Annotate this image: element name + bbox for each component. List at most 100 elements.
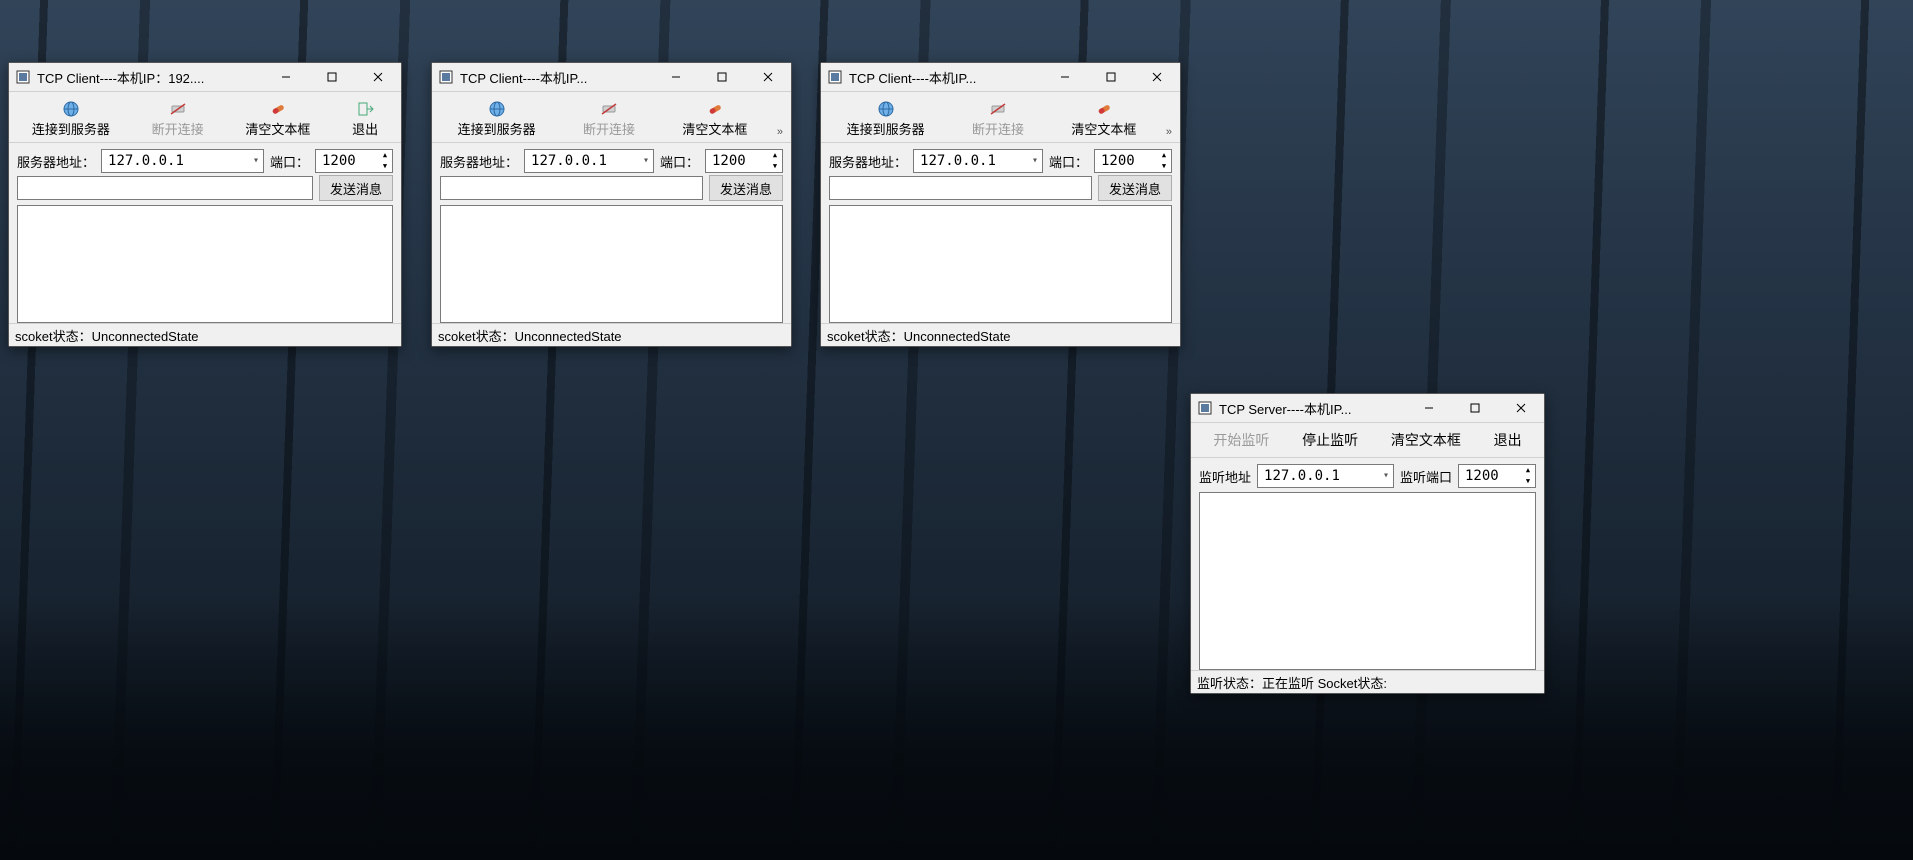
disconnect-icon	[989, 100, 1007, 118]
connect-button[interactable]: 连接到服务器	[434, 96, 559, 142]
send-button[interactable]: 发送消息	[709, 175, 783, 201]
server-address-input[interactable]: 127.0.0.1 ▾	[913, 149, 1043, 173]
background-silhouette	[0, 600, 1913, 860]
port-label: 端口：	[270, 152, 309, 171]
status-bar: 监听状态：正在监听 Socket状态:	[1191, 670, 1544, 693]
globe-icon	[62, 100, 80, 118]
tcp-server-window[interactable]: TCP Server----本机IP... 开始监听 停止监听 清空文本框 退出…	[1190, 393, 1545, 694]
listen-port-input[interactable]: 1200 ▲▼	[1458, 464, 1536, 488]
status-text: 监听状态：正在监听 Socket状态:	[1197, 673, 1387, 692]
close-button[interactable]	[355, 63, 401, 91]
disconnect-button[interactable]: 断开连接	[559, 96, 658, 142]
tcp-client-window[interactable]: TCP Client----本机IP... 连接到服务器 断开连接	[431, 62, 792, 347]
spin-arrows[interactable]: ▲▼	[1158, 150, 1170, 172]
status-text: scoket状态：UnconnectedState	[15, 326, 199, 345]
exit-label: 退出	[352, 119, 378, 138]
clear-button[interactable]: 清空文本框	[1048, 96, 1160, 142]
maximize-button[interactable]	[1088, 63, 1134, 91]
window-title: TCP Client----本机IP：192....	[37, 68, 204, 87]
server-address-input[interactable]: 127.0.0.1 ▾	[101, 149, 264, 173]
port-label: 端口：	[1049, 152, 1088, 171]
send-button[interactable]: 发送消息	[319, 175, 393, 201]
log-textarea[interactable]	[829, 205, 1172, 323]
toolbar-overflow-button[interactable]: »	[1160, 126, 1178, 142]
toolbar: 连接到服务器 断开连接 清空文本框 退出	[9, 91, 401, 143]
start-listen-button[interactable]: 开始监听	[1197, 425, 1286, 455]
maximize-button[interactable]	[699, 63, 745, 91]
titlebar[interactable]: TCP Client----本机IP...	[821, 63, 1180, 91]
exit-label: 退出	[1494, 430, 1522, 450]
port-value: 1200	[322, 153, 356, 169]
clear-label: 清空文本框	[1391, 430, 1461, 450]
maximize-button[interactable]	[309, 63, 355, 91]
globe-icon	[877, 100, 895, 118]
connect-button[interactable]: 连接到服务器	[823, 96, 948, 142]
spin-arrows[interactable]: ▲▼	[769, 150, 781, 172]
listen-address-value: 127.0.0.1	[1264, 468, 1340, 484]
port-input[interactable]: 1200 ▲▼	[1094, 149, 1172, 173]
minimize-button[interactable]	[653, 63, 699, 91]
disconnect-button[interactable]: 断开连接	[948, 96, 1047, 142]
status-bar: scoket状态：UnconnectedState	[432, 323, 791, 346]
server-address-value: 127.0.0.1	[108, 153, 184, 169]
app-icon	[15, 69, 31, 85]
message-row: 发送消息	[821, 175, 1180, 205]
titlebar[interactable]: TCP Client----本机IP：192....	[9, 63, 401, 91]
minimize-button[interactable]	[1042, 63, 1088, 91]
listen-address-input[interactable]: 127.0.0.1 ▾	[1257, 464, 1394, 488]
close-button[interactable]	[1498, 394, 1544, 422]
log-textarea[interactable]	[1199, 492, 1536, 670]
tcp-client-window[interactable]: TCP Client----本机IP... 连接到服务器 断开连接	[820, 62, 1181, 347]
server-address-label: 服务器地址：	[829, 152, 907, 171]
app-icon	[438, 69, 454, 85]
server-row: 服务器地址： 127.0.0.1 ▾ 端口： 1200 ▲▼	[432, 143, 791, 175]
pill-icon	[1095, 100, 1113, 118]
listen-port-label: 监听端口	[1400, 467, 1452, 486]
pill-icon	[269, 100, 287, 118]
clear-button[interactable]: 清空文本框	[225, 96, 332, 142]
message-input[interactable]	[829, 176, 1092, 200]
clear-button[interactable]: 清空文本框	[659, 96, 771, 142]
status-bar: scoket状态：UnconnectedState	[821, 323, 1180, 346]
toolbar-overflow-button[interactable]: »	[771, 126, 789, 142]
minimize-button[interactable]	[263, 63, 309, 91]
stop-listen-button[interactable]: 停止监听	[1286, 425, 1375, 455]
message-input[interactable]	[17, 176, 313, 200]
message-input[interactable]	[440, 176, 703, 200]
clear-label: 清空文本框	[1071, 119, 1136, 138]
disconnect-button[interactable]: 断开连接	[131, 96, 225, 142]
send-label: 发送消息	[1109, 179, 1161, 198]
titlebar[interactable]: TCP Client----本机IP...	[432, 63, 791, 91]
toolbar: 连接到服务器 断开连接 清空文本框 »	[432, 91, 791, 143]
port-input[interactable]: 1200 ▲▼	[315, 149, 393, 173]
disconnect-icon	[600, 100, 618, 118]
exit-button[interactable]: 退出	[331, 96, 399, 142]
minimize-button[interactable]	[1406, 394, 1452, 422]
close-button[interactable]	[1134, 63, 1180, 91]
maximize-button[interactable]	[1452, 394, 1498, 422]
server-address-value: 127.0.0.1	[531, 153, 607, 169]
spin-arrows[interactable]: ▲▼	[379, 150, 391, 172]
log-textarea[interactable]	[440, 205, 783, 323]
clear-button[interactable]: 清空文本框	[1375, 425, 1478, 455]
toolbar: 连接到服务器 断开连接 清空文本框 »	[821, 91, 1180, 143]
exit-icon	[356, 100, 374, 118]
log-textarea[interactable]	[17, 205, 393, 323]
app-icon	[827, 69, 843, 85]
port-value: 1200	[712, 153, 746, 169]
connect-button[interactable]: 连接到服务器	[11, 96, 131, 142]
close-button[interactable]	[745, 63, 791, 91]
disconnect-icon	[169, 100, 187, 118]
clear-label: 清空文本框	[682, 119, 747, 138]
port-input[interactable]: 1200 ▲▼	[705, 149, 783, 173]
stop-label: 停止监听	[1302, 430, 1358, 450]
window-title: TCP Client----本机IP...	[849, 68, 976, 87]
exit-button[interactable]: 退出	[1477, 425, 1538, 455]
titlebar[interactable]: TCP Server----本机IP...	[1191, 394, 1544, 422]
pill-icon	[706, 100, 724, 118]
tcp-client-window[interactable]: TCP Client----本机IP：192.... 连接到服务器 断开连接	[8, 62, 402, 347]
send-button[interactable]: 发送消息	[1098, 175, 1172, 201]
server-address-input[interactable]: 127.0.0.1 ▾	[524, 149, 654, 173]
spin-arrows[interactable]: ▲▼	[1522, 465, 1534, 487]
disconnect-label: 断开连接	[972, 119, 1024, 138]
